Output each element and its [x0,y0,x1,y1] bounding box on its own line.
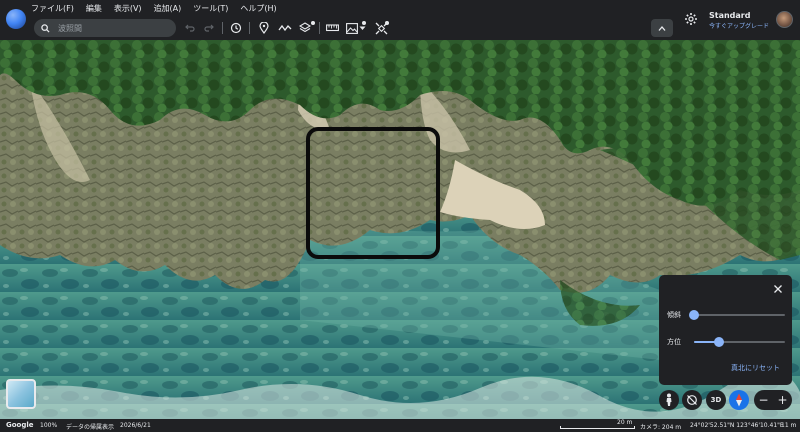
zoom-level: 100% [40,422,58,429]
scale-bar [560,426,635,429]
compass-button[interactable] [729,390,749,410]
top-toolbar: ファイル(F) 編集 表示(V) 追加(A) ツール(T) ヘルプ(H) 波照間… [0,0,800,40]
layers-icon [299,22,311,33]
imagery-date: 2026/6/21 [120,422,151,429]
coordinates: 24°02'52.51"N 123°46'10.41"E [690,422,784,429]
layers-menu-dot [311,21,315,25]
menu-edit[interactable]: 編集 [86,3,102,14]
toolbar-divider [319,22,320,34]
overlay-menu-dot [362,21,366,25]
zoom-out-button[interactable]: − [758,393,768,407]
menu-bar: ファイル(F) 編集 表示(V) 追加(A) ツール(T) ヘルプ(H) [31,3,277,14]
rotate-off-icon [687,395,697,405]
three-d-label: 3D [710,396,722,404]
heading-slider-thumb[interactable] [713,337,724,347]
placemark-icon [259,22,269,34]
data-attribution-link[interactable]: データの帰属表示 [66,422,114,431]
chevron-up-icon [658,25,666,31]
redo-button[interactable] [201,20,217,36]
menu-view[interactable]: 表示(V) [114,3,142,14]
scale-label: 20 m [617,419,633,426]
redo-icon [204,24,214,32]
highlight-frame [306,127,440,259]
pegman-icon [666,393,672,406]
search-icon [41,23,50,33]
undo-button[interactable] [182,20,198,36]
compass-icon [736,393,742,407]
menu-file[interactable]: ファイル(F) [31,3,74,14]
history-icon [230,22,242,34]
elevation: 11 m [781,422,797,429]
tilt-slider[interactable] [689,310,785,320]
status-bar: Google 100% データの帰属表示 2026/6/21 20 m カメラ:… [0,419,800,432]
reset-north-button[interactable]: 真北にリセット [731,363,780,373]
menu-help[interactable]: ヘルプ(H) [240,3,276,14]
ruler-icon [325,24,339,32]
google-logo-text: Google [6,421,34,429]
tilt-slider-thumb[interactable] [689,310,699,320]
search-box[interactable] [34,19,176,37]
upgrade-link[interactable]: 今すぐアップグレード [709,21,769,30]
settings-button[interactable] [684,12,698,29]
path-icon [278,24,292,32]
toolbar-divider [222,22,223,34]
zoom-controls: − + [754,390,792,410]
street-view-button[interactable] [659,390,679,410]
close-icon [774,285,782,293]
menu-tools[interactable]: ツール(T) [193,3,228,14]
camera-panel: 傾斜 方位 真北にリセット [659,275,792,385]
historical-imagery-button[interactable] [228,20,244,36]
toolbar-divider [249,22,250,34]
add-placemark-button[interactable] [256,20,272,36]
zoom-in-button[interactable]: + [777,393,787,407]
undo-icon [185,24,195,32]
avatar[interactable] [776,11,793,28]
measure-button[interactable] [324,20,340,36]
satellite-menu-dot [385,21,389,25]
heading-label: 方位 [667,338,681,346]
collapse-toolbar-button[interactable] [651,19,673,37]
toggle-3d-button[interactable]: 3D [706,390,726,410]
search-input[interactable] [58,23,158,33]
add-path-button[interactable] [277,20,293,36]
camera-altitude: カメラ: 204 m [640,424,682,431]
menu-add[interactable]: 追加(A) [154,3,182,14]
map-style-thumbnail[interactable] [6,379,36,409]
heading-slider[interactable] [694,337,785,347]
account-plan[interactable]: Standard 今すぐアップグレード [709,11,769,30]
hide-tilt-button[interactable] [682,390,702,410]
plan-name: Standard [709,11,751,20]
google-earth-logo[interactable] [6,9,26,29]
gear-icon [685,13,697,25]
tilt-label: 傾斜 [667,311,681,319]
close-button[interactable] [772,283,784,295]
